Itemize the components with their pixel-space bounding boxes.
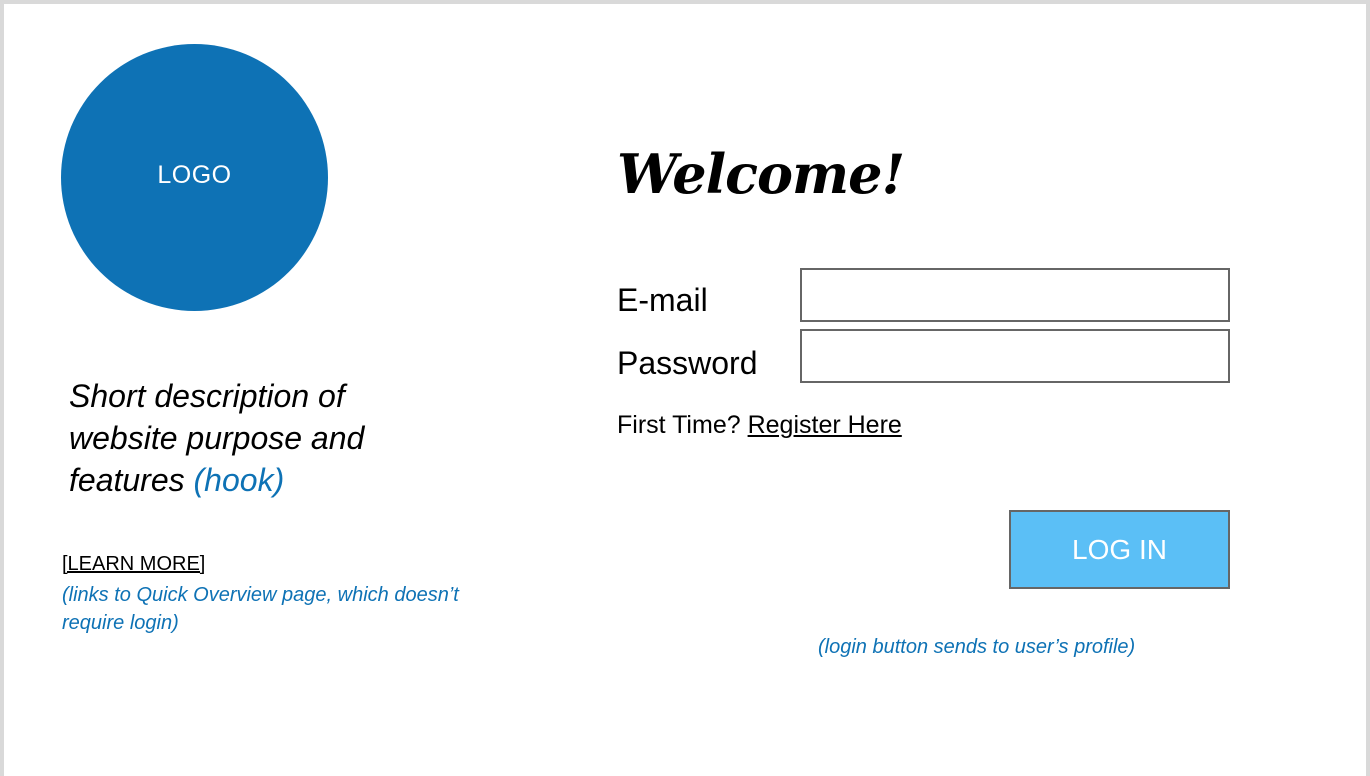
- login-button-label: LOG IN: [1072, 533, 1167, 565]
- password-label: Password: [617, 345, 758, 381]
- learn-more-link[interactable]: [LEARN MORE]: [62, 553, 205, 576]
- password-field[interactable]: [800, 329, 1230, 383]
- learn-more-note: (links to Quick Overview page, which doe…: [62, 584, 459, 634]
- first-time-text: First Time?: [617, 411, 741, 439]
- site-description: Short description of website purpose and…: [69, 375, 449, 501]
- first-time-row: First Time? Register Here: [617, 411, 902, 440]
- logo: LOGO: [61, 44, 328, 311]
- login-note: (login button sends to user’s profile): [818, 636, 1136, 658]
- login-button[interactable]: LOG IN: [1009, 510, 1230, 589]
- email-field[interactable]: [800, 268, 1230, 322]
- email-label: E-mail: [617, 282, 708, 318]
- register-link[interactable]: Register Here: [748, 411, 902, 439]
- logo-text: LOGO: [157, 161, 232, 189]
- welcome-heading: Welcome!: [617, 142, 905, 206]
- description-hook: (hook): [193, 462, 285, 498]
